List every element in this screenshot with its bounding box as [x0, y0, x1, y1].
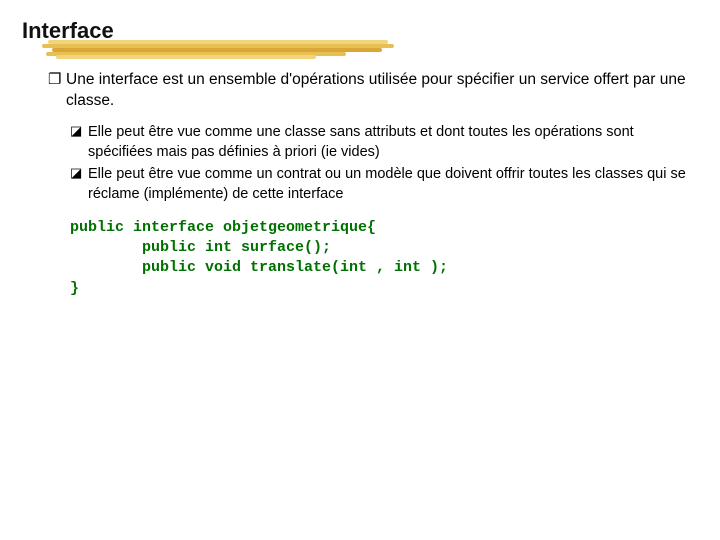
slide: Interface ❐ Une interface est un ensembl…: [0, 0, 720, 319]
bullet-text: Une interface est un ensemble d'opératio…: [66, 70, 700, 112]
bullet-icon: ❐: [48, 70, 66, 90]
code-line: public int surface();: [70, 239, 331, 256]
bullet-text: Elle peut être vue comme un contrat ou u…: [88, 164, 700, 204]
code-line: public interface objetgeometrique{: [70, 219, 376, 236]
bullet-level-1: ❐ Une interface est un ensemble d'opérat…: [48, 70, 700, 112]
bullet-icon: ◪: [70, 164, 88, 182]
bullet-icon: ◪: [70, 122, 88, 140]
title-area: Interface: [20, 18, 700, 44]
bullet-level-2: ◪ Elle peut être vue comme un contrat ou…: [70, 164, 700, 204]
slide-title: Interface: [20, 18, 700, 44]
bullet-text: Elle peut être vue comme une classe sans…: [88, 122, 700, 162]
content-area: ❐ Une interface est un ensemble d'opérat…: [20, 70, 700, 299]
code-line: }: [70, 280, 79, 297]
bullet-level-2: ◪ Elle peut être vue comme une classe sa…: [70, 122, 700, 162]
code-line: public void translate(int , int );: [70, 259, 448, 276]
code-block: public interface objetgeometrique{ publi…: [48, 218, 700, 299]
sub-bullet-list: ◪ Elle peut être vue comme une classe sa…: [48, 122, 700, 204]
